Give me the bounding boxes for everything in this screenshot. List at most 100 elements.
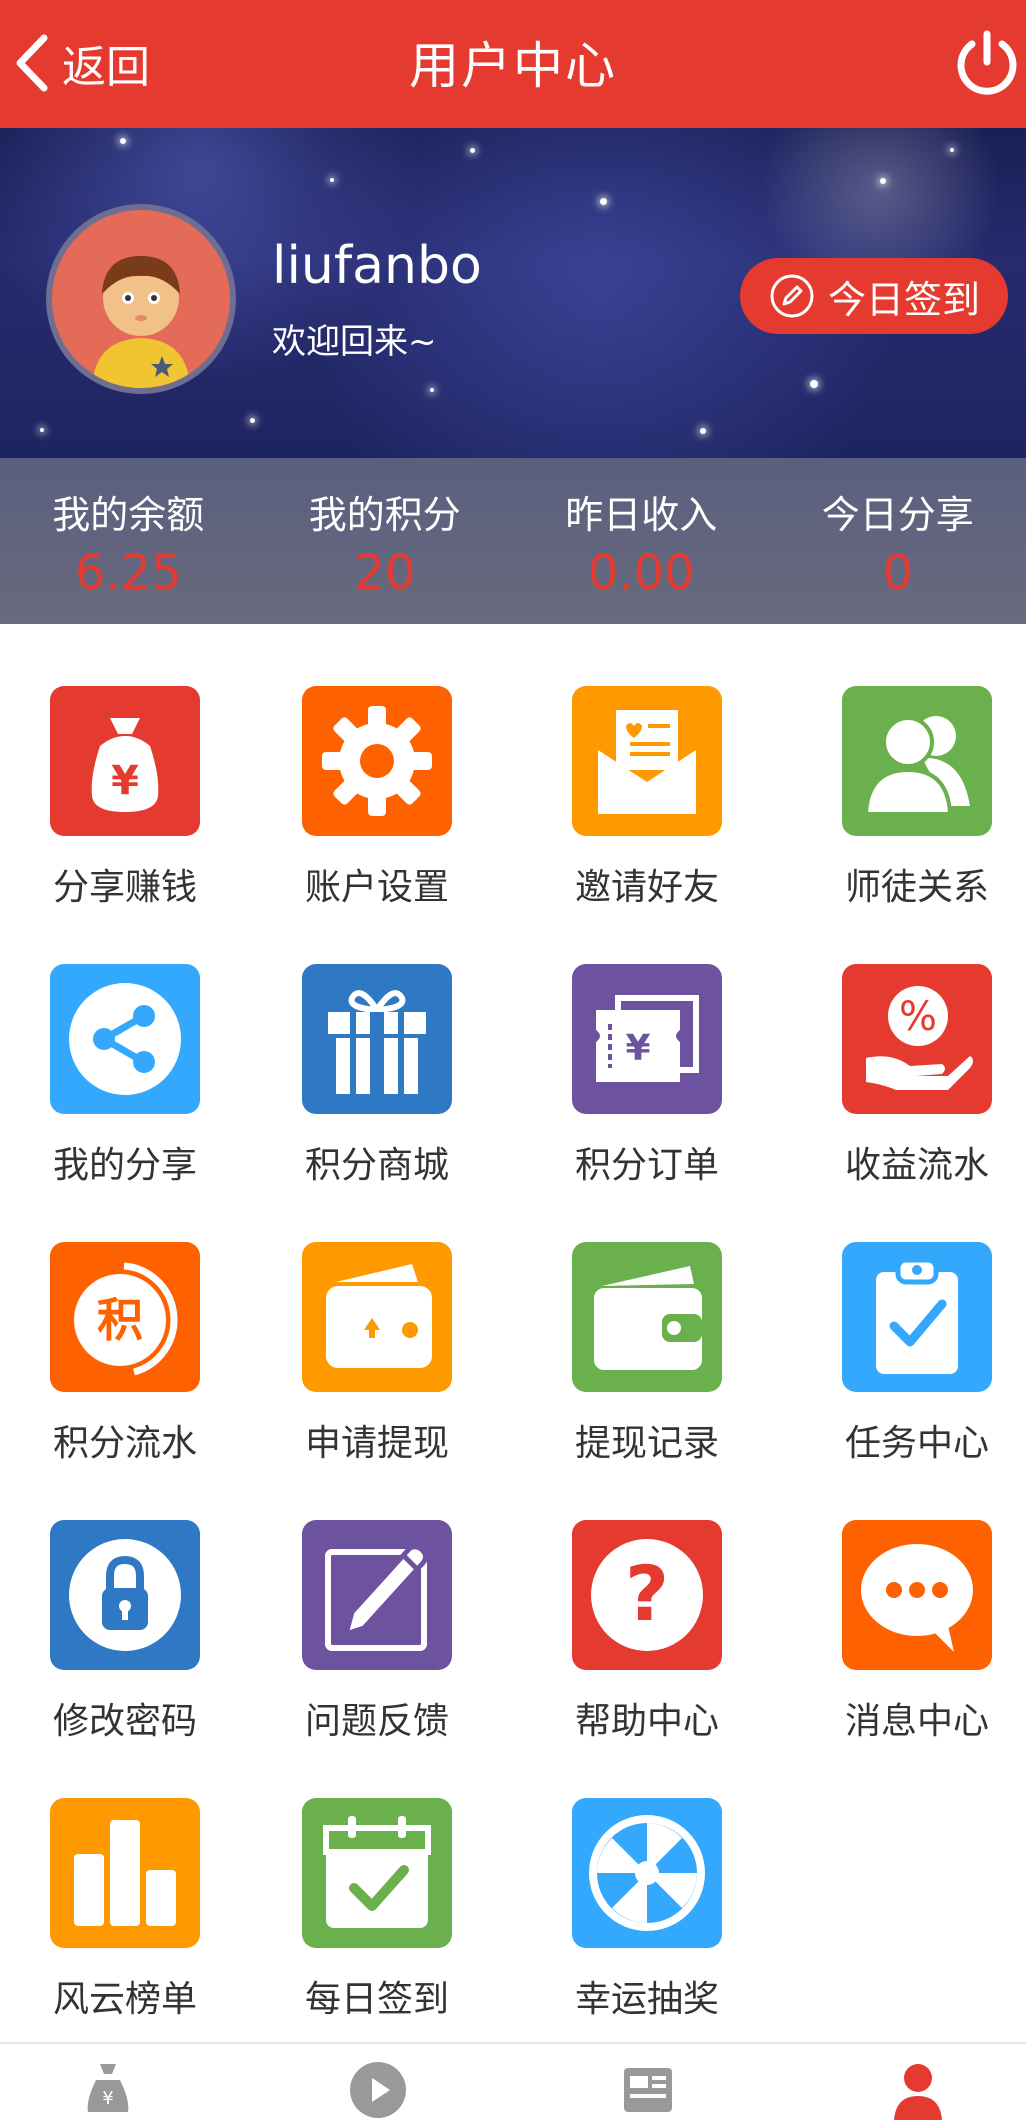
share-icon — [50, 964, 200, 1114]
edit-pencil-icon — [302, 1520, 452, 1670]
menu-item-label: 邀请好友 — [522, 858, 772, 910]
avatar-icon — [52, 210, 230, 388]
money-bag-tab-icon: ¥ — [78, 2060, 138, 2120]
menu-item-label: 分享赚钱 — [0, 858, 250, 910]
checkin-label: 今日签到 — [828, 269, 980, 324]
menu-item-lucky-draw[interactable]: 幸运抽奖 — [522, 1798, 772, 2022]
svg-text:¥: ¥ — [102, 2088, 113, 2109]
menu-item-help-center[interactable]: ? 帮助中心 — [522, 1520, 772, 1744]
menu-item-message-center[interactable]: 消息中心 — [792, 1520, 1026, 1744]
profile-banner: liufanbo 欢迎回来~ 今日签到 — [0, 128, 1026, 458]
stat-label: 昨日收入 — [513, 484, 770, 539]
stat-value: 0 — [770, 545, 1026, 601]
money-bag-icon: ¥ — [50, 686, 200, 836]
welcome-text: 欢迎回来~ — [272, 314, 437, 363]
star-decoration — [810, 380, 818, 388]
svg-text:¥: ¥ — [625, 1028, 650, 1069]
menu-item-label: 积分商城 — [252, 1136, 502, 1188]
bar-chart-icon — [50, 1798, 200, 1948]
news-tab-icon — [618, 2060, 678, 2120]
question-icon: ? — [572, 1520, 722, 1670]
calendar-check-icon — [302, 1798, 452, 1948]
stat-balance[interactable]: 我的余额 6.25 — [0, 458, 257, 624]
clipboard-check-icon — [842, 1242, 992, 1392]
menu-item-label: 任务中心 — [792, 1414, 1026, 1466]
menu-item-change-password[interactable]: 修改密码 — [0, 1520, 250, 1744]
stats-bar: 我的余额 6.25 我的积分 20 昨日收入 0.00 今日分享 0 — [0, 458, 1026, 624]
menu-item-label: 我的分享 — [0, 1136, 250, 1188]
star-decoration — [430, 388, 434, 392]
withdraw-wallet-icon — [302, 1242, 452, 1392]
stat-label: 今日分享 — [770, 484, 1026, 539]
top-bar: 返回 用户中心 — [0, 0, 1026, 128]
star-decoration — [330, 178, 334, 182]
menu-item-share-earn[interactable]: ¥ 分享赚钱 — [0, 686, 250, 910]
svg-text:¥: ¥ — [111, 758, 139, 804]
menu-item-label: 收益流水 — [792, 1136, 1026, 1188]
daily-checkin-button[interactable]: 今日签到 — [740, 258, 1008, 334]
menu-item-points-orders[interactable]: ¥ 积分订单 — [522, 964, 772, 1188]
menu-item-label: 风云榜单 — [0, 1970, 250, 2022]
video-play-tab-icon — [348, 2060, 408, 2120]
stat-value: 20 — [257, 545, 514, 601]
star-decoration — [880, 178, 886, 184]
avatar[interactable] — [46, 204, 236, 394]
gift-icon — [302, 964, 452, 1114]
tab-user[interactable] — [888, 2060, 948, 2105]
star-decoration — [600, 198, 607, 205]
menu-item-daily-checkin[interactable]: 每日签到 — [252, 1798, 502, 2022]
ticket-icon: ¥ — [572, 964, 722, 1114]
star-decoration — [120, 138, 126, 144]
page-title: 用户中心 — [0, 26, 1026, 98]
invite-letter-icon — [572, 686, 722, 836]
wallet-icon — [572, 1242, 722, 1392]
star-decoration — [40, 428, 44, 432]
star-decoration — [250, 418, 255, 423]
star-decoration — [950, 148, 954, 152]
bottom-nav: ¥ — [0, 2042, 1026, 2105]
menu-item-label: 问题反馈 — [252, 1692, 502, 1744]
users-icon — [842, 686, 992, 836]
lucky-wheel-icon — [572, 1798, 722, 1948]
menu-item-withdraw-records[interactable]: 提现记录 — [522, 1242, 772, 1466]
menu-item-mentor-relation[interactable]: 师徒关系 — [792, 686, 1026, 910]
stat-value: 6.25 — [0, 545, 257, 601]
svg-text:积: 积 — [97, 1293, 143, 1347]
username: liufanbo — [272, 236, 482, 296]
menu-item-label: 修改密码 — [0, 1692, 250, 1744]
tab-news[interactable] — [618, 2060, 678, 2105]
stat-label: 我的积分 — [257, 484, 514, 539]
stat-label: 我的余额 — [0, 484, 257, 539]
svg-text:?: ? — [625, 1549, 669, 1638]
stat-points[interactable]: 我的积分 20 — [257, 458, 514, 624]
menu-item-invite-friends[interactable]: 邀请好友 — [522, 686, 772, 910]
menu-item-apply-withdraw[interactable]: 申请提现 — [252, 1242, 502, 1466]
menu-item-income-flow[interactable]: % 收益流水 — [792, 964, 1026, 1188]
menu-item-points-flow[interactable]: 积 积分流水 — [0, 1242, 250, 1466]
tab-money[interactable]: ¥ — [78, 2060, 138, 2105]
menu-item-points-mall[interactable]: 积分商城 — [252, 964, 502, 1188]
menu-item-label: 消息中心 — [792, 1692, 1026, 1744]
stat-today-shares[interactable]: 今日分享 0 — [770, 458, 1026, 624]
menu-item-leaderboard[interactable]: 风云榜单 — [0, 1798, 250, 2022]
menu-item-my-shares[interactable]: 我的分享 — [0, 964, 250, 1188]
points-icon: 积 — [50, 1242, 200, 1392]
stat-value: 0.00 — [513, 545, 770, 601]
menu-item-label: 账户设置 — [252, 858, 502, 910]
menu-item-feedback[interactable]: 问题反馈 — [252, 1520, 502, 1744]
user-tab-icon — [888, 2060, 948, 2120]
menu-item-label: 提现记录 — [522, 1414, 772, 1466]
menu-item-task-center[interactable]: 任务中心 — [792, 1242, 1026, 1466]
menu-item-label: 积分流水 — [0, 1414, 250, 1466]
hand-percent-icon: % — [842, 964, 992, 1114]
menu-item-label: 师徒关系 — [792, 858, 1026, 910]
stat-yesterday-income[interactable]: 昨日收入 0.00 — [513, 458, 770, 624]
tab-video[interactable] — [348, 2060, 408, 2105]
menu-item-label: 幸运抽奖 — [522, 1970, 772, 2022]
star-decoration — [700, 428, 706, 434]
power-icon[interactable] — [952, 28, 1022, 98]
menu-item-account-settings[interactable]: 账户设置 — [252, 686, 502, 910]
gear-icon — [302, 686, 452, 836]
menu-item-label: 积分订单 — [522, 1136, 772, 1188]
menu-item-label: 每日签到 — [252, 1970, 502, 2022]
